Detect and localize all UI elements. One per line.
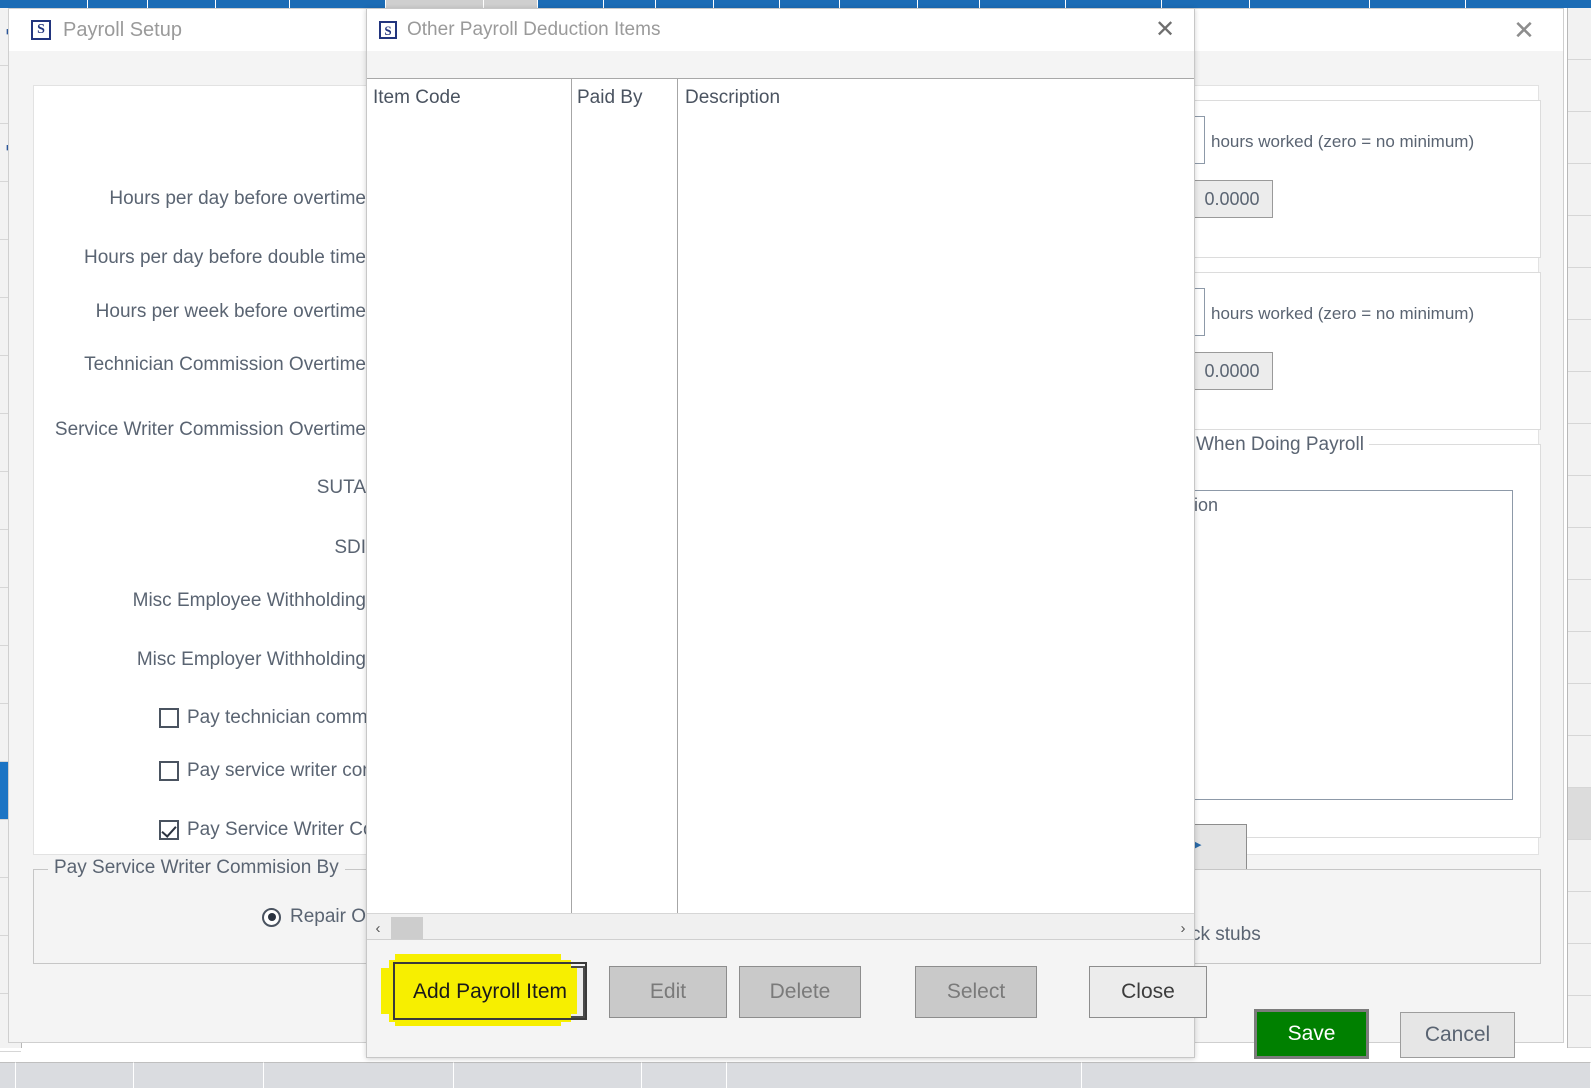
- ribbon-tab-16[interactable]: [1162, 0, 1250, 8]
- background-right-row[interactable]: [1568, 320, 1591, 372]
- s-logo-icon: S: [31, 20, 51, 40]
- save-button[interactable]: Save: [1254, 1009, 1369, 1059]
- when-doing-payroll-title: When Doing Payroll: [1191, 434, 1369, 456]
- edit-button[interactable]: Edit: [609, 966, 727, 1018]
- minimum-hours-panel-1: [1189, 100, 1541, 258]
- minimum-hours-value-1[interactable]: 0.0000: [1191, 180, 1273, 218]
- deduction-items-grid[interactable]: Item Code Paid By Description ‹ ›: [367, 79, 1194, 941]
- list-item[interactable]: ion: [1192, 491, 1512, 520]
- select-button[interactable]: Select: [915, 966, 1037, 1018]
- scrollbar-thumb[interactable]: [391, 917, 423, 939]
- background-right-row[interactable]: [1568, 684, 1591, 736]
- ribbon-tab-4[interactable]: [290, 0, 386, 8]
- background-right-row[interactable]: [1568, 736, 1591, 788]
- label-technician-commission-overtime: Technician Commission Overtime: [84, 354, 366, 375]
- background-right-row[interactable]: [1568, 8, 1591, 60]
- background-right-row[interactable]: [1568, 892, 1591, 944]
- payroll-options-listbox[interactable]: ion: [1191, 490, 1513, 800]
- label-hours-per-day-before-double-time: Hours per day before double time: [84, 247, 366, 268]
- ribbon-tab-11[interactable]: [780, 0, 840, 8]
- background-right-row[interactable]: [1568, 528, 1591, 580]
- ribbon-tab-18[interactable]: [1370, 0, 1466, 8]
- background-right-row[interactable]: [1568, 372, 1591, 424]
- dialog-title: Other Payroll Deduction Items: [407, 19, 661, 40]
- ribbon-tab-6[interactable]: [484, 0, 538, 8]
- background-right-row[interactable]: [1568, 216, 1591, 268]
- pay-technician-commission-checkbox[interactable]: [159, 708, 179, 728]
- close-icon[interactable]: ✕: [1148, 15, 1182, 45]
- payroll-option-action-button[interactable]: ▸: [1191, 824, 1247, 870]
- ribbon-tab-14[interactable]: [980, 0, 1066, 8]
- arrow-icon: ▸: [1194, 836, 1202, 853]
- dialog-footer: Add Payroll Item Edit Delete Select Clos…: [367, 939, 1207, 1057]
- background-right-row[interactable]: [1568, 476, 1591, 528]
- page-title: Payroll Setup: [63, 18, 182, 41]
- ribbon-tab-7[interactable]: [538, 0, 604, 8]
- hours-worked-note-1: hours worked (zero = no minimum): [1211, 132, 1475, 151]
- ribbon-tab-17[interactable]: [1250, 0, 1370, 8]
- column-header-description[interactable]: Description: [685, 87, 780, 109]
- horizontal-scrollbar[interactable]: ‹ ›: [367, 913, 1194, 941]
- close-icon[interactable]: ✕: [1507, 15, 1541, 45]
- ribbon-tab-9[interactable]: [656, 0, 714, 8]
- label-suta: SUTA: [316, 477, 366, 498]
- close-button[interactable]: Close: [1089, 966, 1207, 1018]
- cancel-button[interactable]: Cancel: [1400, 1012, 1515, 1058]
- pay-service-writer-commission-checkbox[interactable]: [159, 761, 179, 781]
- add-payroll-item-label-overlay[interactable]: Add Payroll Item: [397, 974, 583, 1010]
- label-hours-per-week-before-overtime: Hours per week before overtime: [95, 301, 366, 322]
- ribbon-tab-8[interactable]: [604, 0, 656, 8]
- column-divider-2[interactable]: [677, 79, 678, 941]
- minimum-hours-panel-2: [1189, 272, 1541, 430]
- ribbon-tab-15[interactable]: [1066, 0, 1162, 8]
- minimum-hours-value-2[interactable]: 0.0000: [1191, 352, 1273, 390]
- column-header-item-code[interactable]: Item Code: [373, 87, 461, 109]
- ribbon-tab-2[interactable]: [148, 0, 216, 8]
- hours-worked-note-2: hours worked (zero = no minimum): [1211, 304, 1475, 323]
- column-divider-1[interactable]: [571, 79, 572, 941]
- background-right-row[interactable]: [1568, 164, 1591, 216]
- app-ribbon-bar: [0, 0, 1591, 8]
- background-right-row[interactable]: [1568, 632, 1591, 684]
- other-payroll-deduction-items-dialog: S Other Payroll Deduction Items ✕ Item C…: [366, 8, 1207, 1058]
- dialog-toolbar-strip: [367, 51, 1194, 79]
- background-right-list: [1567, 8, 1591, 1048]
- label-service-writer-commission-overtime: Service Writer Commission Overtime: [54, 419, 366, 440]
- ribbon-tab-13[interactable]: [918, 0, 980, 8]
- label-hours-per-day-before-overtime: Hours per day before overtime: [109, 188, 366, 209]
- ribbon-tab-1[interactable]: [88, 0, 148, 8]
- background-right-row[interactable]: [1568, 840, 1591, 892]
- status-bar-cell-0: [0, 1062, 16, 1088]
- ribbon-tab-0[interactable]: [0, 0, 88, 8]
- grid-header-row: Item Code Paid By Description: [367, 79, 1194, 121]
- ribbon-tab-12[interactable]: [840, 0, 918, 8]
- background-right-row[interactable]: [1568, 580, 1591, 632]
- background-right-row[interactable]: [1568, 268, 1591, 320]
- label-misc-employer-withholding: Misc Employer Withholding: [136, 649, 366, 670]
- ribbon-tab-5[interactable]: [386, 0, 484, 8]
- label-misc-employee-withholding: Misc Employee Withholding: [132, 590, 366, 611]
- pay-service-writer-commission-alt-checkbox[interactable]: [159, 820, 179, 840]
- dialog-titlebar: S Other Payroll Deduction Items: [367, 9, 1194, 51]
- s-logo-icon: S: [379, 21, 397, 39]
- scroll-left-icon[interactable]: ‹: [367, 914, 389, 942]
- background-right-row[interactable]: [1568, 60, 1591, 112]
- label-sdi: SDI: [334, 537, 366, 558]
- background-right-row[interactable]: [1568, 996, 1591, 1048]
- column-header-paid-by[interactable]: Paid By: [577, 87, 642, 109]
- ribbon-tab-10[interactable]: [714, 0, 780, 8]
- background-right-row[interactable]: [1568, 788, 1591, 840]
- delete-button[interactable]: Delete: [739, 966, 861, 1018]
- background-right-row[interactable]: [1568, 424, 1591, 476]
- ribbon-tab-3[interactable]: [216, 0, 290, 8]
- background-right-row[interactable]: [1568, 112, 1591, 164]
- screen-root: ■■ S Payroll Setup ✕ Hours per day befor…: [0, 0, 1591, 1088]
- repair-order-radio[interactable]: [262, 907, 281, 927]
- scroll-right-icon[interactable]: ›: [1172, 914, 1194, 942]
- background-right-row[interactable]: [1568, 944, 1591, 996]
- groupbox-title: Pay Service Writer Commision By: [48, 857, 345, 879]
